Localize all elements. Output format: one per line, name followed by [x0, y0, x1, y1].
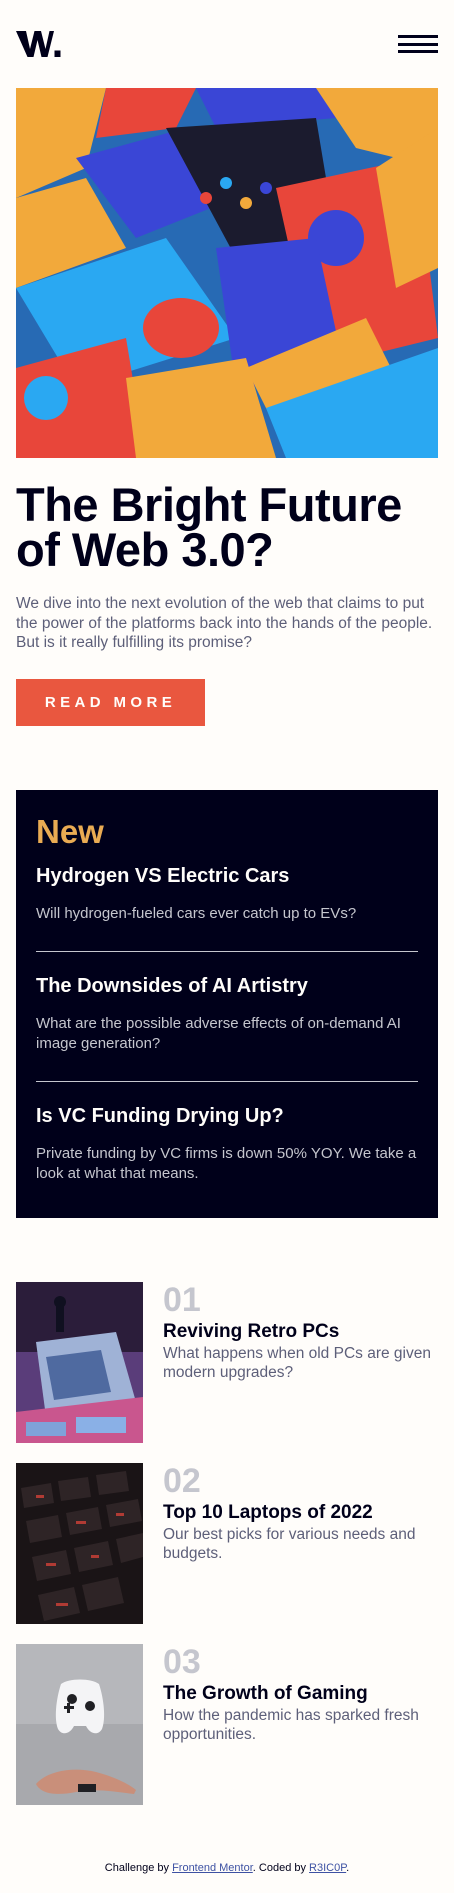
- logo[interactable]: [16, 30, 61, 58]
- list-item-text: 01 Reviving Retro PCs What happens when …: [163, 1282, 438, 1443]
- frontend-mentor-link[interactable]: Frontend Mentor: [172, 1862, 253, 1874]
- hero-description: We dive into the next evolution of the w…: [16, 595, 433, 651]
- new-item-description: What are the possible adverse effects of…: [36, 1015, 401, 1052]
- list-item-number: 01: [163, 1280, 201, 1319]
- new-item-title[interactable]: The Downsides of AI Artistry: [36, 974, 418, 998]
- footer-middle: . Coded by: [252, 1862, 306, 1874]
- list-item-text: 02 Top 10 Laptops of 2022 Our best picks…: [163, 1463, 438, 1624]
- list-item-description: How the pandemic has sparked fresh oppor…: [163, 1706, 419, 1744]
- new-articles-panel: New Hydrogen VS Electric Cars Will hydro…: [16, 789, 438, 1218]
- footer-prefix: Challenge by: [104, 1862, 169, 1874]
- new-item-description: Private funding by VC firms is down 50% …: [36, 1145, 417, 1182]
- new-item-title[interactable]: Hydrogen VS Electric Cars: [36, 864, 418, 888]
- list-item-text: 03 The Growth of Gaming How the pandemic…: [163, 1644, 438, 1805]
- list-item: 01 Reviving Retro PCs What happens when …: [16, 1281, 438, 1443]
- list-item: 02 Top 10 Laptops of 2022 Our best picks…: [16, 1462, 438, 1624]
- list-item-number: 03: [163, 1642, 201, 1681]
- new-item-description: Will hydrogen-fueled cars ever catch up …: [36, 904, 357, 922]
- footer-suffix: .: [346, 1862, 350, 1874]
- read-more-button[interactable]: READ MORE: [16, 678, 205, 726]
- laptop-keyboard-thumbnail: [16, 1462, 143, 1624]
- hero-image: [16, 88, 438, 458]
- gaming-controller-thumbnail: [16, 1643, 143, 1805]
- new-item-title[interactable]: Is VC Funding Drying Up?: [36, 1104, 418, 1128]
- list-item-number: 02: [163, 1461, 201, 1500]
- hamburger-menu-icon[interactable]: [398, 35, 438, 53]
- new-panel-heading: New: [36, 812, 104, 850]
- attribution-footer: Challenge by Frontend Mentor. Coded by R…: [0, 1862, 454, 1874]
- list-item: 03 The Growth of Gaming How the pandemic…: [16, 1643, 438, 1805]
- list-item-title[interactable]: The Growth of Gaming: [163, 1683, 438, 1705]
- list-item-description: What happens when old PCs are given mode…: [163, 1344, 431, 1382]
- page: The Bright Future of Web 3.0? We dive in…: [0, 0, 454, 1893]
- menu-bar: [398, 35, 438, 38]
- list-item-title[interactable]: Top 10 Laptops of 2022: [163, 1502, 438, 1524]
- menu-bar: [398, 42, 438, 46]
- menu-bar: [398, 50, 438, 53]
- list-item-title[interactable]: Reviving Retro PCs: [163, 1321, 438, 1343]
- author-link[interactable]: R3IC0P: [309, 1862, 346, 1874]
- new-item: Is VC Funding Drying Up? Private funding…: [36, 1082, 418, 1183]
- new-item: Hydrogen VS Electric Cars Will hydrogen-…: [36, 852, 418, 924]
- hero-title: The Bright Future of Web 3.0?: [16, 478, 402, 576]
- retro-pc-thumbnail: [16, 1281, 143, 1443]
- new-item: The Downsides of AI Artistry What are th…: [36, 952, 418, 1053]
- site-header: [0, 0, 454, 88]
- numbered-articles-list: 01 Reviving Retro PCs What happens when …: [0, 1281, 454, 1805]
- list-item-description: Our best picks for various needs and bud…: [163, 1525, 416, 1563]
